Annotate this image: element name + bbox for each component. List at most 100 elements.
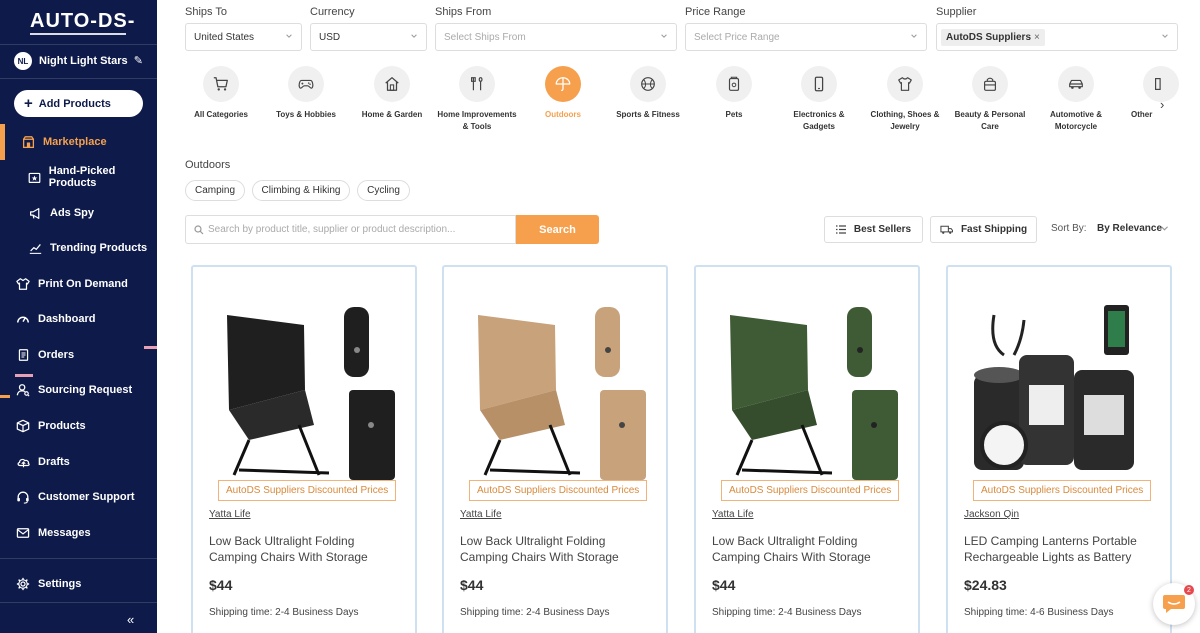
fast-shipping-button[interactable]: Fast Shipping <box>930 216 1037 243</box>
gear-icon <box>15 576 31 592</box>
supplier-chip[interactable]: AutoDS Suppliers × <box>941 28 1045 46</box>
product-title[interactable]: Low Back Ultralight Folding Camping Chai… <box>209 533 404 565</box>
search-button[interactable]: Search <box>516 215 599 244</box>
product-card[interactable]: AutoDS Suppliers Discounted Prices Jacks… <box>946 265 1172 633</box>
sidebar-item-label: Trending Products <box>50 242 148 254</box>
collapse-sidebar-button[interactable]: « <box>127 612 134 627</box>
sidebar-item-trending[interactable]: Trending Products <box>0 233 157 263</box>
category-beauty[interactable]: Beauty & Personal Care <box>950 66 1030 132</box>
subcategory-pill[interactable]: Camping <box>185 180 245 201</box>
pet-food-icon <box>716 66 752 102</box>
product-card[interactable]: AutoDS Suppliers Discounted Prices Yatta… <box>694 265 920 633</box>
supplier-select[interactable]: AutoDS Suppliers × <box>936 23 1178 51</box>
discount-badge: AutoDS Suppliers Discounted Prices <box>973 480 1152 501</box>
megaphone-icon <box>27 205 43 221</box>
sidebar-item-messages[interactable]: Messages <box>0 518 157 548</box>
category-outdoors[interactable]: Outdoors <box>523 66 603 121</box>
category-pets[interactable]: Pets <box>694 66 774 121</box>
sidebar-item-hand-picked[interactable]: Hand-Picked Products <box>0 162 157 192</box>
product-price: $44 <box>209 577 233 593</box>
sidebar-item-orders[interactable]: Orders <box>0 340 157 370</box>
chevron-down-icon <box>411 34 417 38</box>
product-card[interactable]: AutoDS Suppliers Discounted Prices Yatta… <box>191 265 417 633</box>
sidebar-item-ads-spy[interactable]: Ads Spy <box>0 198 157 228</box>
search-placeholder: Search by product title, supplier or pro… <box>208 224 456 235</box>
category-home-improvements[interactable]: Home Improvements & Tools <box>437 66 517 132</box>
category-label: Outdoors <box>545 110 581 119</box>
subcategory-pill[interactable]: Climbing & Hiking <box>252 180 350 201</box>
cloud-icon <box>15 454 31 470</box>
ships-from-label: Ships From <box>435 6 492 18</box>
search-input[interactable]: Search by product title, supplier or pro… <box>185 215 516 244</box>
sidebar-item-sourcing-request[interactable]: Sourcing Request <box>0 375 157 405</box>
category-toys[interactable]: Toys & Hobbies <box>266 66 346 121</box>
category-label: Home & Garden <box>361 110 423 119</box>
product-image[interactable] <box>964 295 1154 485</box>
category-home-garden[interactable]: Home & Garden <box>352 66 432 121</box>
best-sellers-button[interactable]: Best Sellers <box>824 216 923 243</box>
product-image[interactable] <box>712 295 902 485</box>
price-range-label: Price Range <box>685 6 746 18</box>
sidebar-item-dashboard[interactable]: Dashboard <box>0 304 157 334</box>
bag-icon <box>972 66 1008 102</box>
add-products-button[interactable]: + Add Products <box>14 90 143 117</box>
sidebar-item-label: Customer Support <box>38 491 135 503</box>
product-title[interactable]: Low Back Ultralight Folding Camping Chai… <box>712 533 907 565</box>
sidebar-item-label: Sourcing Request <box>38 384 133 396</box>
support-icon <box>15 489 31 505</box>
autods-logo[interactable]: AUTO-DS- <box>30 10 135 33</box>
divider <box>0 602 157 603</box>
sidebar-item-print-on-demand[interactable]: Print On Demand <box>0 269 157 299</box>
store-avatar: NL <box>14 52 32 70</box>
supplier-link[interactable]: Yatta Life <box>712 509 754 520</box>
truck-icon <box>940 225 953 234</box>
ships-from-placeholder: Select Ships From <box>444 31 526 43</box>
search-icon <box>194 224 204 234</box>
price-range-select[interactable]: Select Price Range <box>685 23 927 51</box>
product-title[interactable]: Low Back Ultralight Folding Camping Chai… <box>460 533 655 565</box>
category-all[interactable]: All Categories <box>181 66 261 121</box>
product-image[interactable] <box>209 295 399 485</box>
category-electronics[interactable]: Electronics & Gadgets <box>779 66 859 132</box>
currency-select[interactable]: USD <box>310 23 427 51</box>
category-other[interactable]: Other <box>1103 66 1181 121</box>
umbrella-icon <box>545 66 581 102</box>
category-sports[interactable]: Sports & Fitness <box>608 66 688 121</box>
gamepad-icon <box>288 66 324 102</box>
supplier-link[interactable]: Yatta Life <box>460 509 502 520</box>
category-label: Electronics & Gadgets <box>793 110 845 131</box>
divider <box>0 558 157 559</box>
sort-select[interactable]: By Relevance <box>1097 223 1162 234</box>
sidebar-item-marketplace[interactable]: Marketplace <box>0 124 157 160</box>
chip-close-icon[interactable]: × <box>1034 32 1040 43</box>
currency-label: Currency <box>310 6 355 18</box>
supplier-link[interactable]: Yatta Life <box>209 509 251 520</box>
ball-icon <box>630 66 666 102</box>
tools-icon <box>459 66 495 102</box>
category-clothing[interactable]: Clothing, Shoes & Jewelry <box>865 66 945 132</box>
product-title[interactable]: LED Camping Lanterns Portable Rechargeab… <box>964 533 1159 565</box>
sidebar: AUTO-DS- NL Night Light Stars ✎ + Add Pr… <box>0 0 157 633</box>
chat-bubble-icon <box>1163 595 1185 613</box>
ships-to-select[interactable]: United States <box>185 23 302 51</box>
sidebar-item-settings[interactable]: Settings <box>0 569 157 599</box>
chevron-down-icon[interactable] <box>1160 225 1169 232</box>
product-image[interactable] <box>460 295 650 485</box>
category-label: Toys & Hobbies <box>276 110 336 119</box>
sidebar-item-drafts[interactable]: Drafts <box>0 447 157 477</box>
subcategory-pill[interactable]: Cycling <box>357 180 410 201</box>
edit-pencil-icon[interactable]: ✎ <box>134 54 143 67</box>
ships-from-select[interactable]: Select Ships From <box>435 23 677 51</box>
category-label: Other <box>1131 110 1153 119</box>
add-products-label: Add Products <box>38 97 111 110</box>
supplier-link[interactable]: Jackson Qin <box>964 509 1019 520</box>
product-price: $24.83 <box>964 577 1007 593</box>
store-selector[interactable]: NL Night Light Stars ✎ <box>14 52 149 70</box>
product-card[interactable]: AutoDS Suppliers Discounted Prices Yatta… <box>442 265 668 633</box>
sidebar-item-products[interactable]: Products <box>0 411 157 441</box>
logo-underline <box>30 33 126 35</box>
store-name: Night Light Stars <box>39 55 128 67</box>
best-sellers-label: Best Sellers <box>853 224 912 235</box>
chevron-right-icon[interactable]: › <box>1160 97 1164 112</box>
sidebar-item-customer-support[interactable]: Customer Support <box>0 482 157 512</box>
